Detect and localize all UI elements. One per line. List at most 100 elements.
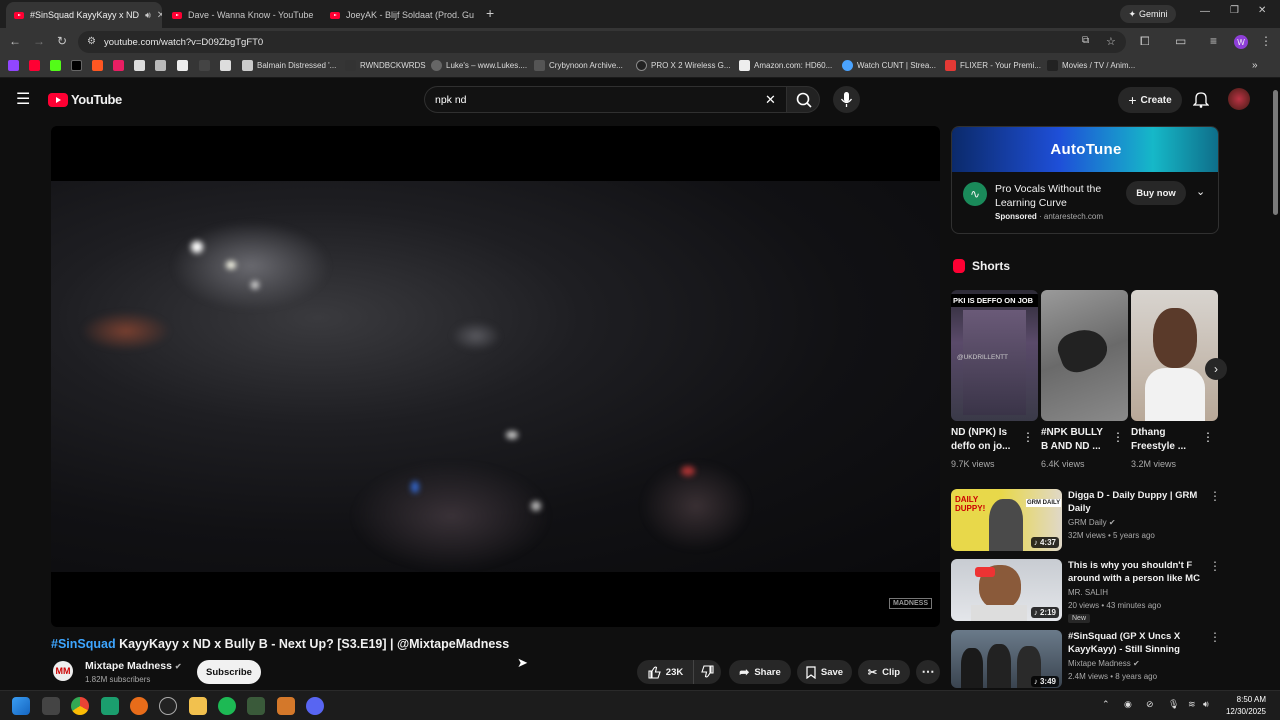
close-tab-icon[interactable]: ✕ (319, 10, 320, 21)
like-button[interactable]: 23K (637, 660, 693, 684)
channel-name[interactable]: Mixtape Madness ✔ (85, 660, 182, 672)
search-input[interactable]: npk nd ✕ (424, 86, 786, 113)
tray-chevron-icon[interactable]: ⌃ (1102, 699, 1110, 710)
bookmark-youtube[interactable] (29, 60, 40, 71)
system-clock[interactable]: 8:50 AM 12/30/2025 (1226, 694, 1266, 718)
speaker-icon[interactable]: 🔊︎ (145, 10, 151, 21)
channel-avatar[interactable]: MM (53, 661, 73, 681)
short-more-icon[interactable]: ⋮ (1112, 430, 1124, 444)
site-info-icon[interactable]: ⚙ (87, 36, 96, 47)
app-icon[interactable] (247, 697, 265, 715)
recommendation-channel[interactable]: Mixtape Madness ✔ (1068, 659, 1140, 668)
bookmark-star-icon[interactable]: ☆ (1106, 35, 1116, 48)
title-hashtag-link[interactable]: #SinSquad (51, 637, 116, 651)
forward-icon[interactable]: → (33, 34, 45, 48)
recommendation-thumbnail[interactable]: ♪ 2:19 (951, 559, 1062, 621)
bookmark-amazon[interactable]: Amazon.com: HD60... (739, 60, 832, 71)
short-thumbnail-2[interactable] (1041, 290, 1128, 421)
notifications-button[interactable] (1192, 90, 1210, 113)
bookmark-flixer[interactable]: FLIXER - Your Premi... (945, 60, 1041, 71)
bookmark-site1[interactable] (92, 60, 103, 71)
install-app-icon[interactable]: ⧉ (1082, 35, 1089, 46)
hamburger-menu-icon[interactable]: ☰ (16, 89, 30, 109)
create-button[interactable]: + Create (1118, 87, 1182, 113)
bookmark-site3[interactable] (134, 60, 145, 71)
bookmark-x[interactable] (71, 60, 82, 71)
recommendation-thumbnail[interactable]: DAILY DUPPY! GRM DAILY ♪ 4:37 (951, 489, 1062, 551)
more-bookmarks-icon[interactable]: » (1252, 60, 1258, 71)
windows-start-icon[interactable] (12, 697, 30, 715)
wifi-icon[interactable]: ≋ (1188, 699, 1196, 710)
volume-icon[interactable]: 🔊︎ (1203, 699, 1209, 710)
tray-app-icon[interactable]: ◉ (1124, 699, 1132, 710)
subscribe-button[interactable]: Subscribe (197, 660, 261, 684)
clip-button[interactable]: ✂ Clip (858, 660, 910, 684)
dislike-button[interactable] (693, 660, 721, 684)
tab-joeyak[interactable]: JoeyAK - Blijf Soldaat (Prod. Gu ✕ (322, 2, 478, 28)
media-controls-icon[interactable]: ≡ (1210, 34, 1217, 48)
short-title-1[interactable]: ND (NPK) Is deffo on jo... (951, 426, 1021, 454)
ad-banner[interactable]: AutoTune (952, 127, 1218, 172)
side-panel-icon[interactable]: ▭ (1175, 34, 1186, 48)
microphone-tray-icon[interactable]: 🎙︎ (1168, 699, 1179, 710)
bookmark-twitch[interactable] (8, 60, 19, 71)
short-thumbnail-1[interactable]: PKI IS DEFFO ON JOB @UKDRILLENTT (951, 290, 1038, 421)
minimize-icon[interactable]: — (1200, 6, 1210, 17)
tab-sinsquad[interactable]: #SinSquad KayyKayy x ND 🔊︎ ✕ (6, 2, 162, 28)
bookmark-site7[interactable] (220, 60, 231, 71)
app-icon[interactable] (277, 697, 295, 715)
bookmark-balmain[interactable]: Balmain Distressed '... (242, 60, 336, 71)
short-more-icon[interactable]: ⋮ (1202, 430, 1214, 444)
app-icon[interactable] (159, 697, 177, 715)
bookmark-watch[interactable]: Watch CUNT | Strea... (842, 60, 936, 71)
close-window-icon[interactable]: ✕ (1258, 5, 1266, 16)
more-actions-button[interactable]: ⋯ (916, 660, 940, 684)
bookmark-crybynoon[interactable]: Crybynoon Archive... (534, 60, 623, 71)
address-bar[interactable]: ⚙ youtube.com/watch?v=D09ZbgTgFT0 ⧉ ☆ (78, 31, 1126, 53)
bookmark-site6[interactable] (199, 60, 210, 71)
recommendation-thumbnail[interactable]: ♪ 3:49 (951, 630, 1062, 688)
brave-icon[interactable] (130, 697, 148, 715)
back-icon[interactable]: ← (9, 34, 21, 48)
buy-now-button[interactable]: Buy now (1126, 181, 1186, 205)
scrollbar-thumb[interactable] (1273, 90, 1278, 215)
extensions-icon[interactable]: ⧠ (1140, 34, 1150, 49)
page-scrollbar[interactable] (1270, 80, 1280, 690)
recommendation-item[interactable]: ♪ 2:19 This is why you shouldn't F aroun… (951, 559, 1221, 623)
app-icon[interactable] (101, 697, 119, 715)
youtube-logo[interactable]: YouTube (48, 92, 122, 107)
sponsored-ad-card[interactable]: AutoTune ∿ Pro Vocals Without the Learni… (951, 126, 1219, 234)
video-player[interactable]: MADNESS (51, 126, 940, 627)
gemini-button[interactable]: ✦ Gemini (1120, 5, 1176, 23)
reload-icon[interactable]: ↻ (57, 34, 67, 48)
clear-search-icon[interactable]: ✕ (765, 92, 776, 108)
spotify-icon[interactable] (218, 697, 236, 715)
chrome-icon[interactable] (71, 697, 89, 715)
recommendation-channel[interactable]: MR. SALIH (1068, 588, 1108, 597)
recommendation-item[interactable]: ♪ 3:49 #SinSquad (GP X Uncs X KayyKayy) … (951, 630, 1219, 688)
bookmark-movies[interactable]: Movies / TV / Anim... (1047, 60, 1135, 71)
restore-icon[interactable]: ❐ (1230, 5, 1239, 16)
short-title-3[interactable]: Dthang Freestyle ... (1131, 426, 1201, 454)
bookmark-prox2[interactable]: PRO X 2 Wireless G... (636, 60, 731, 71)
save-button[interactable]: Save (797, 660, 852, 684)
bookmark-lukes[interactable]: Luke's – www.Lukes.... (431, 60, 527, 71)
shorts-next-arrow-icon[interactable]: › (1205, 358, 1227, 380)
tab-dave[interactable]: Dave - Wanna Know - YouTube ✕ (164, 2, 320, 28)
search-button[interactable] (786, 86, 820, 113)
task-view-icon[interactable] (42, 697, 60, 715)
bookmark-kick[interactable] (50, 60, 61, 71)
short-more-icon[interactable]: ⋮ (1022, 430, 1034, 444)
new-tab-icon[interactable]: + (486, 5, 494, 21)
recommendation-more-icon[interactable]: ⋮ (1209, 559, 1221, 573)
recommendation-more-icon[interactable]: ⋮ (1209, 630, 1219, 644)
profile-avatar[interactable]: W (1234, 35, 1248, 49)
recommendation-item[interactable]: DAILY DUPPY! GRM DAILY ♪ 4:37 Digga D - … (951, 489, 1221, 553)
bookmark-site5[interactable] (177, 60, 188, 71)
voice-search-button[interactable] (833, 86, 860, 113)
recommendation-more-icon[interactable]: ⋮ (1209, 489, 1221, 503)
discord-icon[interactable] (306, 697, 324, 715)
short-thumbnail-3[interactable] (1131, 290, 1218, 421)
tray-app-icon[interactable]: ⊘ (1146, 699, 1154, 710)
menu-kebab-icon[interactable]: ⋮ (1260, 34, 1272, 48)
